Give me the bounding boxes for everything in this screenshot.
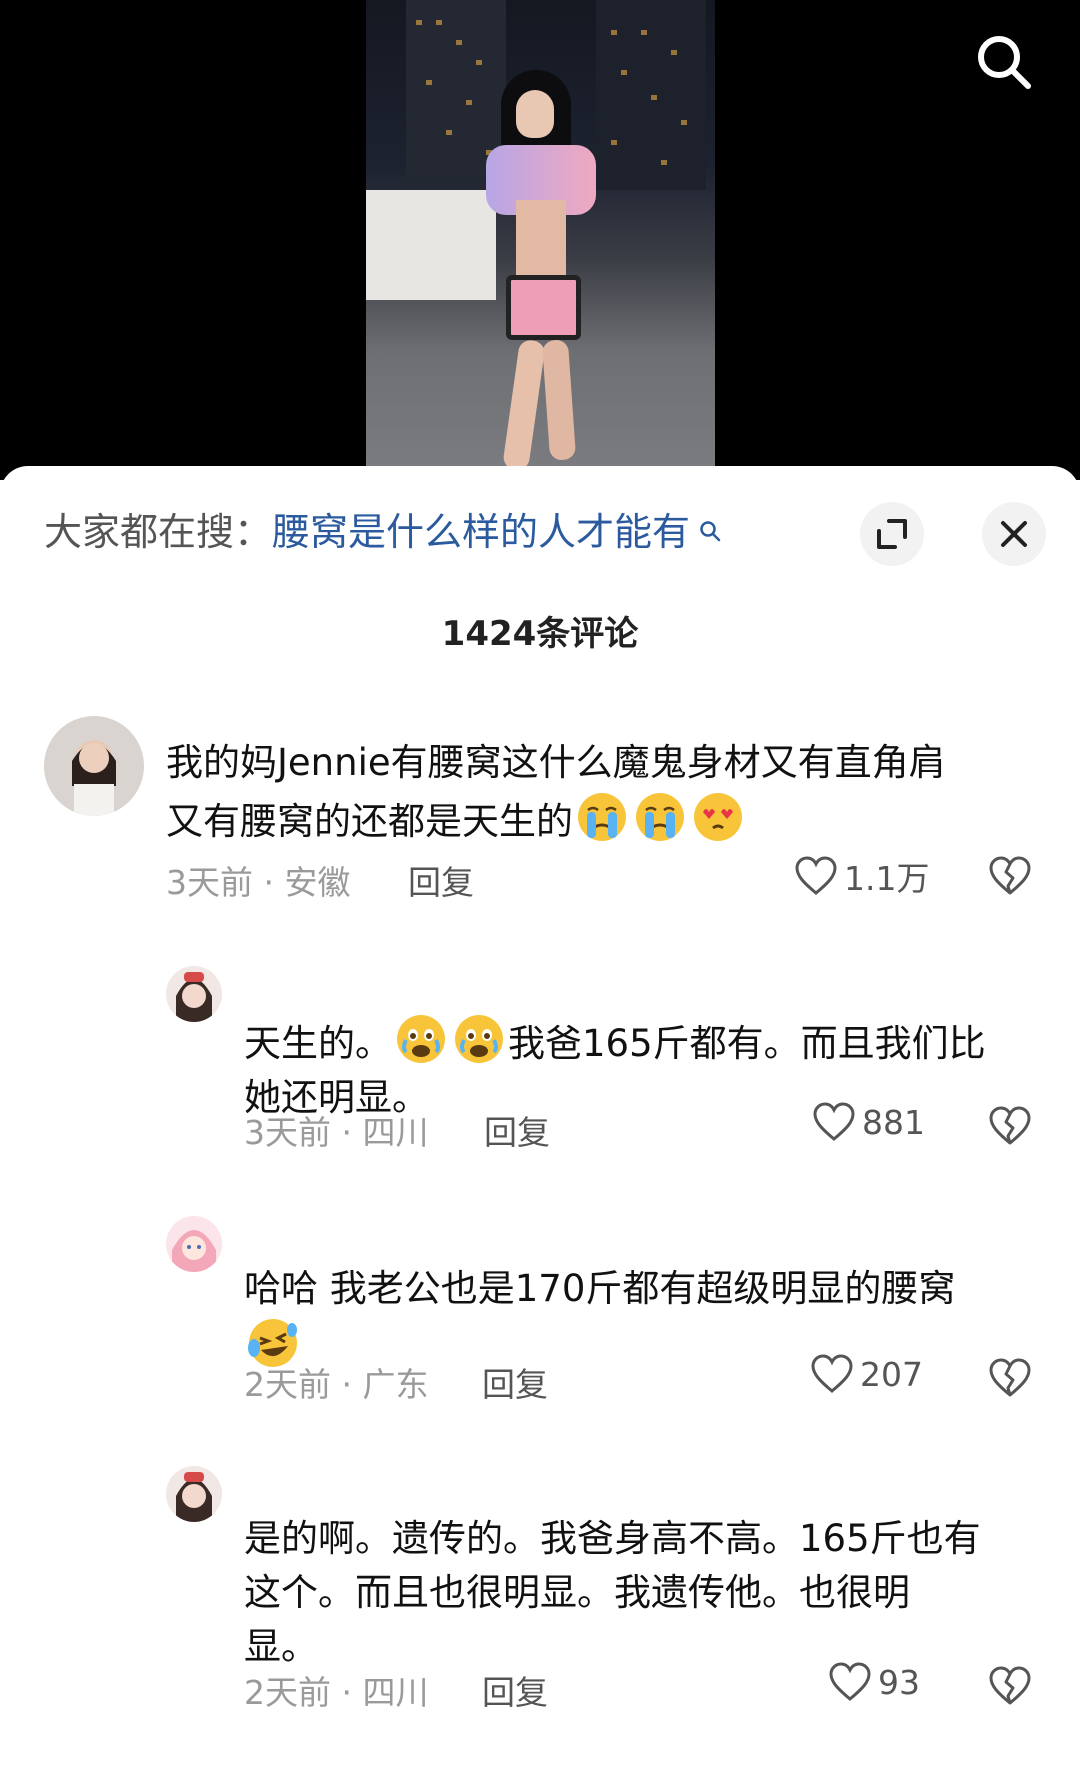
dislike-button[interactable]	[988, 1106, 1032, 1150]
like-count: 207	[860, 1354, 923, 1394]
like-button[interactable]: 93	[828, 1662, 920, 1702]
reply-button[interactable]: 回复	[408, 856, 474, 904]
search-icon[interactable]	[972, 30, 1036, 94]
hot-search-prefix: 大家都在搜：	[44, 510, 273, 554]
comment-count: 1424条评论	[441, 614, 639, 654]
heart-icon	[811, 1354, 853, 1393]
crying-emoji	[633, 790, 687, 844]
tearful-emoji	[394, 1012, 448, 1066]
broken-heart-icon	[989, 1106, 1031, 1145]
like-count: 881	[862, 1102, 925, 1142]
avatar[interactable]	[166, 1216, 222, 1272]
comment-text: 我的妈Jennie有腰窝这什么魔鬼身材又有直角肩 又有腰窝的还都是天生的	[166, 741, 946, 844]
tearful-emoji	[452, 1012, 506, 1066]
heart-eyes-emoji	[691, 790, 745, 844]
reply-button[interactable]: 回复	[482, 1358, 548, 1406]
avatar[interactable]	[166, 1466, 222, 1522]
comment-sheet: 大家都在搜：腰窝是什么样的人才能有 1424条评论 我的妈Jennie有腰窝这什…	[0, 466, 1080, 1768]
expand-icon	[877, 519, 907, 549]
dislike-button[interactable]	[988, 1358, 1032, 1402]
hot-search-term[interactable]: 腰窝是什么样的人才能有	[272, 510, 690, 554]
video-frame	[366, 0, 715, 470]
heart-icon	[829, 1662, 871, 1701]
search-small-icon	[692, 521, 721, 548]
close-icon	[1001, 521, 1027, 547]
heart-icon	[813, 1102, 855, 1141]
crying-emoji	[575, 790, 629, 844]
dislike-button[interactable]	[988, 1666, 1032, 1710]
expand-button[interactable]	[860, 502, 924, 566]
like-button[interactable]: 1.1万	[794, 852, 929, 900]
like-button[interactable]: 207	[810, 1354, 923, 1394]
comment-meta: 2天前 · 四川	[244, 1673, 429, 1712]
rooftop-wall	[366, 190, 496, 300]
broken-heart-icon	[989, 856, 1031, 895]
avatar[interactable]	[166, 966, 222, 1022]
hot-search-bar[interactable]: 大家都在搜：腰窝是什么样的人才能有	[44, 504, 721, 560]
broken-heart-icon	[989, 1666, 1031, 1705]
comment-meta: 3天前 · 四川	[244, 1113, 429, 1152]
heart-icon	[795, 856, 837, 895]
comment-meta: 3天前 · 安徽	[166, 863, 351, 902]
close-button[interactable]	[982, 502, 1046, 566]
video-subject	[481, 60, 601, 470]
reply-button[interactable]: 回复	[484, 1106, 550, 1154]
like-count: 93	[878, 1662, 920, 1702]
dislike-button[interactable]	[988, 856, 1032, 900]
avatar[interactable]	[44, 716, 144, 816]
comment-meta: 2天前 · 广东	[244, 1365, 429, 1404]
background-building	[596, 0, 706, 190]
like-count: 1.1万	[844, 859, 930, 898]
broken-heart-icon	[989, 1358, 1031, 1397]
like-button[interactable]: 881	[812, 1102, 925, 1142]
comment-text: 是的啊。遗传的。我爸身高不高。165斤也有 这个。而且也很明显。我遗传他。也很明…	[244, 1517, 981, 1668]
reply-button[interactable]: 回复	[482, 1666, 548, 1714]
video-player[interactable]	[0, 0, 1080, 480]
